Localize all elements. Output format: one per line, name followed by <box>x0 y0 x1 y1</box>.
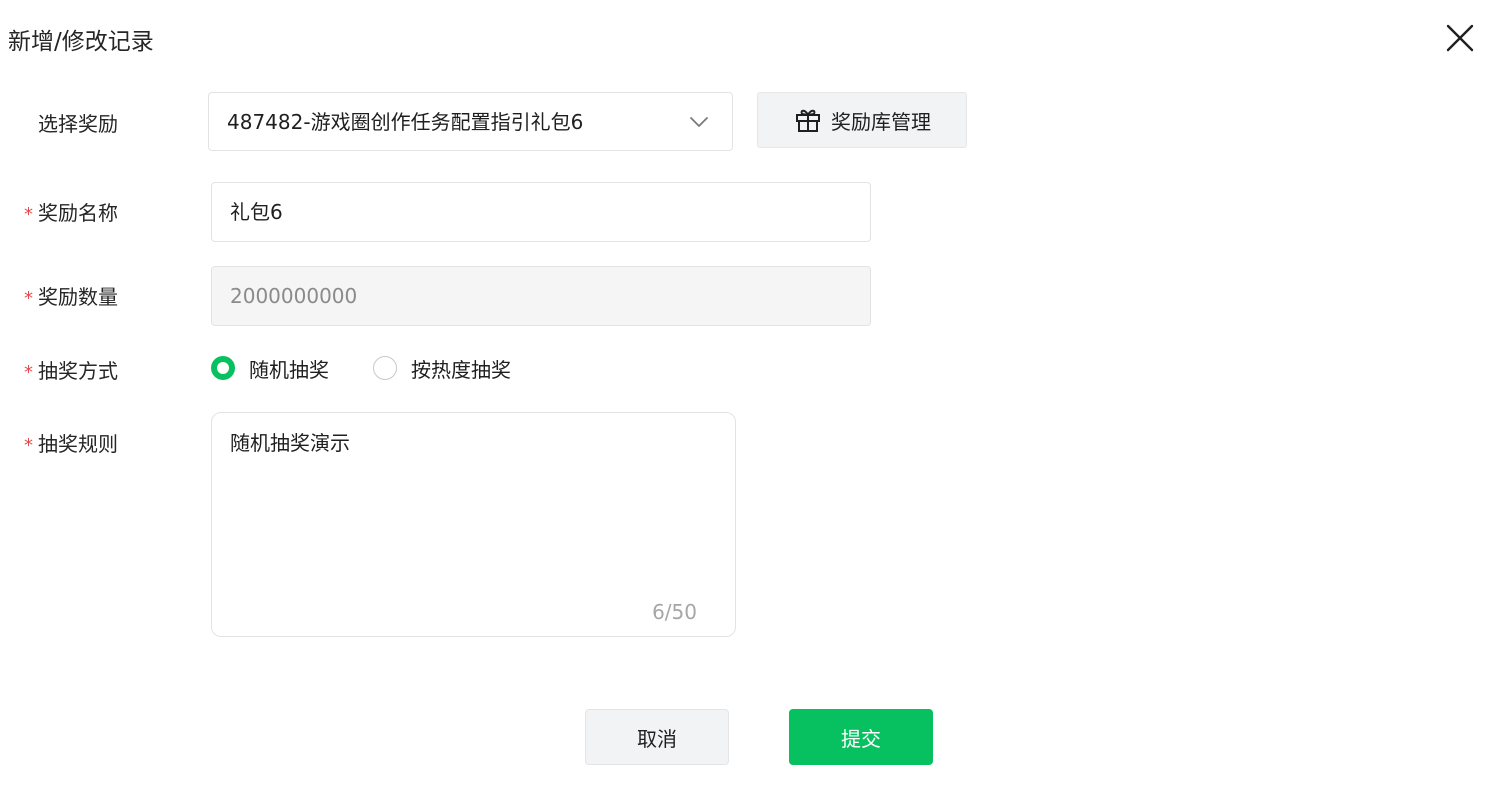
radio-checked-icon[interactable] <box>211 356 235 380</box>
draw-method-label: * 抽奖方式 <box>24 357 118 387</box>
reward-count-label: * 奖励数量 <box>24 283 118 313</box>
reward-name-label-text: 奖励名称 <box>38 201 118 225</box>
reward-count-input: 2000000000 <box>211 266 871 326</box>
reward-name-label: * 奖励名称 <box>24 199 118 229</box>
radio-heat-draw[interactable]: 按热度抽奖 <box>373 354 511 383</box>
reward-name-input[interactable]: 礼包6 <box>211 182 871 242</box>
radio-random-draw[interactable]: 随机抽奖 <box>211 354 329 383</box>
reward-select-label: 选择奖励 <box>24 110 118 138</box>
radio-heat-draw-label: 按热度抽奖 <box>411 357 511 382</box>
gift-icon <box>793 105 823 135</box>
dialog-title: 新增/修改记录 <box>8 29 154 55</box>
reward-count-value: 2000000000 <box>230 284 358 308</box>
submit-button[interactable]: 提交 <box>789 709 933 765</box>
reward-name-value: 礼包6 <box>230 200 283 224</box>
draw-rules-value: 随机抽奖演示 <box>230 431 350 455</box>
reward-library-button-label: 奖励库管理 <box>831 109 931 134</box>
reward-select[interactable]: 487482-游戏圈创作任务配置指引礼包6 <box>208 92 733 151</box>
close-icon[interactable] <box>1440 18 1480 58</box>
draw-rules-label-text: 抽奖规则 <box>38 432 118 456</box>
chevron-down-icon[interactable] <box>686 109 712 135</box>
required-mark: * <box>24 288 33 309</box>
draw-method-radio-group: 随机抽奖 按热度抽奖 <box>211 354 511 382</box>
reward-select-value: 487482-游戏圈创作任务配置指引礼包6 <box>227 109 584 134</box>
required-mark: * <box>24 435 33 456</box>
close-button[interactable] <box>1440 18 1480 58</box>
required-mark: * <box>24 204 33 225</box>
draw-method-label-text: 抽奖方式 <box>38 359 118 383</box>
char-counter: 6/50 <box>652 600 697 624</box>
required-mark: * <box>24 362 33 383</box>
reward-count-label-text: 奖励数量 <box>38 285 118 309</box>
radio-unchecked-icon[interactable] <box>373 356 397 380</box>
reward-library-button[interactable]: 奖励库管理 <box>757 92 967 148</box>
cancel-button[interactable]: 取消 <box>585 709 729 765</box>
edit-record-dialog: 新增/修改记录 选择奖励 487482-游戏圈创作任务配置指引礼包6 奖励库管理… <box>0 0 1501 802</box>
radio-random-draw-label: 随机抽奖 <box>249 357 329 382</box>
reward-select-label-text: 选择奖励 <box>38 112 118 136</box>
draw-rules-label: * 抽奖规则 <box>24 430 118 460</box>
draw-rules-textarea[interactable]: 随机抽奖演示 6/50 <box>211 412 736 637</box>
